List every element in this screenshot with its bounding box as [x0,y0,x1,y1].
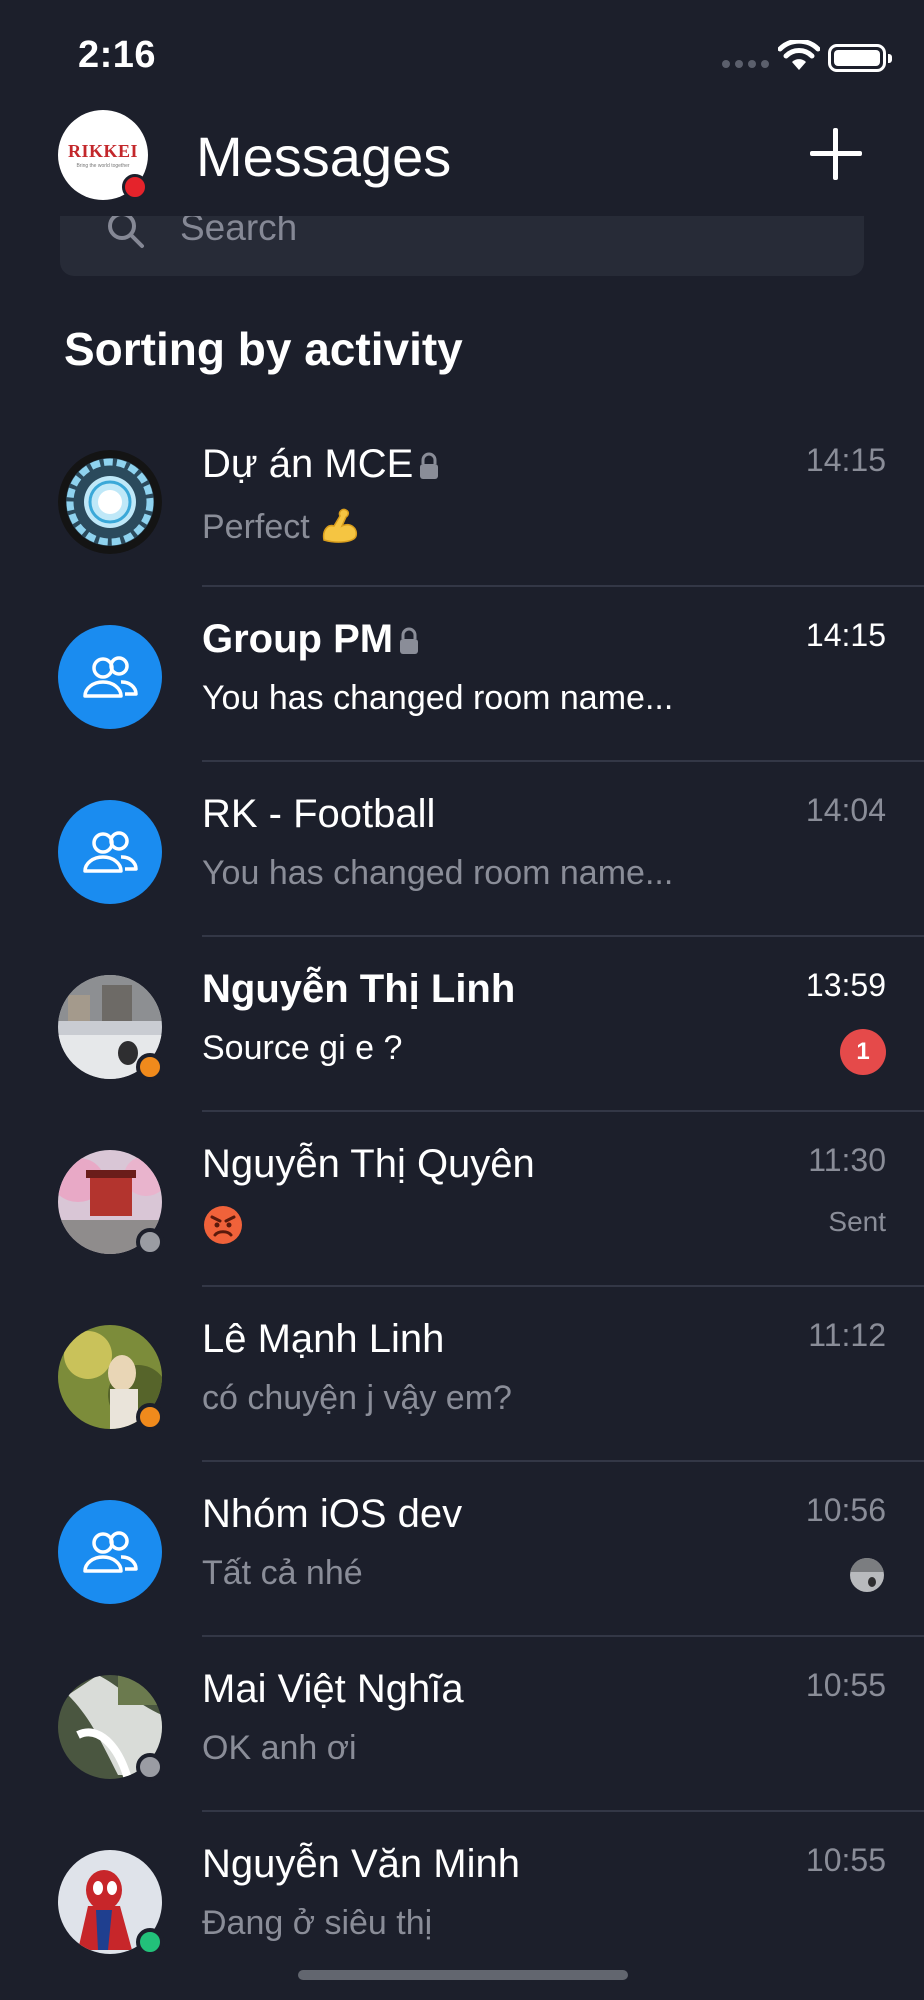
status-bar: 2:16 [0,0,924,110]
messages-screen: 2:16 RIKKEI Bring the world together Mes… [0,0,924,2000]
conversation-row[interactable]: Mai Việt Nghĩa OK anh ơi 10:55 [0,1637,924,1812]
conversation-name: RK - Football [202,792,436,836]
seen-by-avatar [850,1558,884,1592]
group-icon [83,656,138,698]
group-icon [83,831,138,873]
conversation-preview: Source gi e ? [202,1029,403,1067]
conversation-preview: Tất cả nhé [202,1554,363,1592]
profile-status-dot [122,174,148,200]
search-icon [108,216,144,248]
conversation-preview: OK anh ơi [202,1729,357,1767]
page-title: Messages [196,125,452,188]
conversation-time: 11:30 [808,1142,886,1178]
status-time: 2:16 [78,34,157,76]
conversation-preview: Perfect [202,508,310,546]
company-logo-subtext: Bring the world together [76,163,130,169]
lock-icon [420,452,439,479]
conversation-time: 14:15 [805,442,886,478]
message-status: Sent [828,1206,886,1237]
cellular-signal-icon [722,60,769,68]
company-logo: RIKKEI [67,141,139,161]
group-avatar [58,625,162,729]
conversation-time: 13:59 [805,967,886,1003]
angry-face-emoji-icon [204,1206,242,1245]
presence-away-indicator [136,1403,164,1431]
presence-away-indicator [136,1053,164,1081]
conversation-name: Group PM [202,617,394,661]
conversation-time: 10:56 [805,1492,886,1528]
conversation-name: Lê Mạnh Linh [202,1317,445,1361]
conversation-preview: Đang ở siêu thị [202,1904,433,1942]
arc-reactor-avatar [58,450,162,554]
lock-icon [400,627,419,654]
conversation-name: Nguyễn Thị Quyên [202,1142,535,1186]
conversation-time: 10:55 [805,1667,886,1703]
conversation-row[interactable]: Group PM You has changed room name... 14… [0,587,924,762]
conversation-name: Nhóm iOS dev [202,1492,463,1536]
new-message-button[interactable] [806,124,866,184]
conversation-row[interactable]: Nguyễn Thị Quyên 11:30 Sent [0,1112,924,1287]
search-input[interactable] [180,216,780,248]
presence-online-indicator [136,1928,164,1956]
battery-icon [828,44,892,72]
conversation-list: Dự án MCE Perfect 14:15 Group PM You has… [0,412,924,1987]
conversation-name: Mai Việt Nghĩa [202,1667,464,1711]
search-bar[interactable] [60,216,864,276]
conversation-row[interactable]: Nguyễn Thị Linh Source gi e ? 13:59 1 [0,937,924,1112]
group-avatar [58,800,162,904]
conversation-name: Nguyễn Văn Minh [202,1842,520,1886]
unread-badge: 1 [840,1029,886,1075]
conversation-row[interactable]: RK - Football You has changed room name.… [0,762,924,937]
conversation-time: 14:15 [805,617,886,653]
flexed-biceps-emoji-icon [322,508,357,543]
header: RIKKEI Bring the world together Messages [0,110,924,210]
conversation-row[interactable]: Lê Mạnh Linh có chuyện j vậy em? 11:12 [0,1287,924,1462]
conversation-name: Nguyễn Thị Linh [202,967,516,1011]
conversation-preview: You has changed room name... [202,854,674,892]
conversation-preview: có chuyện j vậy em? [202,1379,512,1417]
presence-offline-indicator [136,1753,164,1781]
group-icon [83,1531,138,1573]
conversation-time: 11:12 [808,1317,886,1353]
conversation-preview: You has changed room name... [202,679,674,717]
conversation-row[interactable]: Nhóm iOS dev Tất cả nhé 10:56 [0,1462,924,1637]
section-title: Sorting by activity [64,323,463,375]
conversation-row[interactable]: Dự án MCE Perfect 14:15 [0,412,924,587]
conversation-time: 10:55 [805,1842,886,1878]
presence-offline-indicator [136,1228,164,1256]
conversation-row[interactable]: Nguyễn Văn Minh Đang ở siêu thị 10:55 [0,1812,924,1987]
group-avatar [58,1500,162,1604]
conversation-time: 14:04 [805,792,886,828]
home-indicator [298,1970,628,1980]
wifi-icon [778,40,820,70]
conversation-name: Dự án MCE [202,442,414,486]
